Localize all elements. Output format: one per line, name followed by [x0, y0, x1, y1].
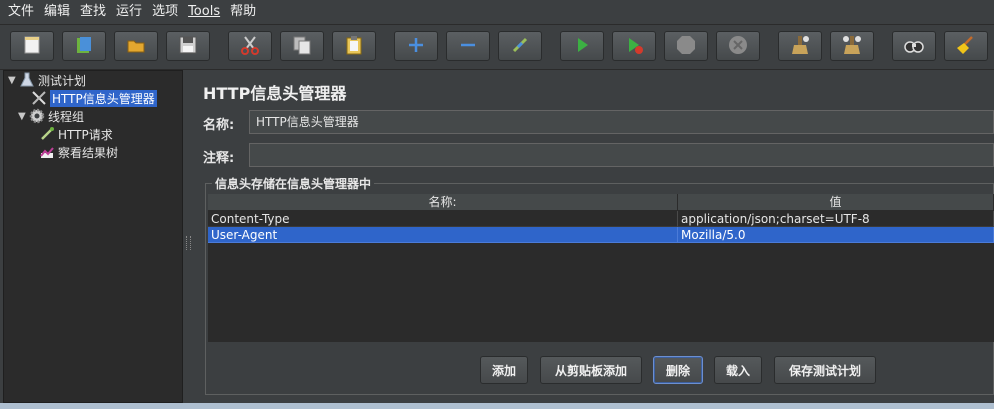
expand-arrow-icon[interactable]: ▼: [8, 75, 18, 86]
tree-node-label: HTTP请求: [58, 127, 113, 142]
tree-node-test-plan[interactable]: ▼ 测试计划: [8, 71, 86, 89]
collapse-button[interactable]: [446, 31, 490, 61]
tree-node-label: 察看结果树: [58, 145, 119, 160]
cut-button[interactable]: [228, 31, 272, 61]
start-icon: [571, 34, 593, 59]
stop-button[interactable]: [664, 31, 708, 61]
load-button[interactable]: 载入: [714, 356, 762, 384]
table-row[interactable]: User-Agent Mozilla/5.0: [208, 227, 994, 243]
toggle-button[interactable]: [498, 31, 542, 61]
split-pane-divider[interactable]: [183, 70, 192, 403]
reset-search-button[interactable]: [944, 31, 988, 61]
expand-arrow-icon[interactable]: ▼: [18, 111, 28, 122]
start-button[interactable]: [560, 31, 604, 61]
clear-all-icon: [841, 34, 863, 59]
tree-node-results-tree[interactable]: 察看结果树: [38, 143, 118, 161]
column-header-name[interactable]: 名称:: [208, 194, 678, 211]
copy-button[interactable]: [280, 31, 324, 61]
name-field[interactable]: HTTP信息头管理器: [249, 110, 994, 134]
column-header-value[interactable]: 值: [678, 194, 994, 211]
comment-label: 注释:: [203, 151, 235, 166]
cell-value[interactable]: application/json;charset=UTF-8: [678, 211, 994, 227]
tree-node-label: HTTP信息头管理器: [50, 89, 157, 107]
cut-icon: [239, 34, 261, 59]
grip-handle-icon[interactable]: [186, 236, 191, 250]
expand-button[interactable]: [394, 31, 438, 61]
save-test-plan-button[interactable]: 保存测试计划: [774, 356, 876, 384]
gear-icon: [28, 107, 46, 125]
table-row[interactable]: Content-Type application/json;charset=UT…: [208, 211, 994, 227]
menu-tools[interactable]: Tools: [183, 0, 225, 24]
menu-file[interactable]: 文件: [0, 0, 39, 24]
collapse-icon: [457, 34, 479, 59]
menu-bar: 文件 编辑 查找 运行 选项 Tools 帮助: [0, 0, 994, 25]
tree-node-label: 测试计划: [38, 73, 87, 88]
stop-icon: [675, 34, 697, 59]
pipette-icon: [38, 125, 56, 143]
open-button[interactable]: [114, 31, 158, 61]
headers-table: 名称: 值 Content-Type application/json;char…: [208, 194, 994, 342]
search-button[interactable]: [892, 31, 936, 61]
open-icon: [125, 34, 147, 59]
start-no-pauses-icon: [623, 34, 645, 59]
clear-button[interactable]: [778, 31, 822, 61]
add-from-clipboard-button[interactable]: 从剪贴板添加: [540, 356, 642, 384]
tree-node-thread-group[interactable]: ▼ 线程组: [18, 107, 84, 125]
save-icon: [177, 34, 199, 59]
comment-field[interactable]: [249, 143, 994, 167]
cell-value[interactable]: Mozilla/5.0: [678, 227, 994, 243]
cell-name[interactable]: Content-Type: [208, 211, 678, 227]
new-button[interactable]: [10, 31, 54, 61]
shutdown-icon: [727, 34, 749, 59]
test-plan-tree: ▼ 测试计划 HTTP信息头管理器 ▼ 线程组 HTTP请求 察看结果树: [3, 70, 183, 403]
group-title: 信息头存储在信息头管理器中: [212, 175, 375, 192]
paste-icon: [343, 34, 365, 59]
header-manager-panel: HTTP信息头管理器 名称: HTTP信息头管理器 注释: 信息头存储在信息头管…: [193, 70, 994, 403]
search-icon: [903, 34, 925, 59]
name-label: 名称:: [203, 118, 235, 133]
toggle-icon: [509, 34, 531, 59]
expand-icon: [405, 34, 427, 59]
cell-name[interactable]: User-Agent: [208, 227, 678, 243]
menu-run[interactable]: 运行: [111, 0, 147, 24]
menu-options[interactable]: 选项: [147, 0, 183, 24]
copy-icon: [291, 34, 313, 59]
start-no-pauses-button[interactable]: [612, 31, 656, 61]
chart-icon: [38, 143, 56, 161]
templates-icon: [73, 34, 95, 59]
clear-icon: [789, 34, 811, 59]
toolbar: [0, 25, 994, 70]
tools-icon: [30, 89, 48, 107]
paste-button[interactable]: [332, 31, 376, 61]
menu-edit[interactable]: 编辑: [39, 0, 75, 24]
clear-all-button[interactable]: [830, 31, 874, 61]
save-button[interactable]: [166, 31, 210, 61]
templates-button[interactable]: [62, 31, 106, 61]
flask-icon: [18, 71, 36, 89]
new-icon: [21, 34, 43, 59]
menu-help[interactable]: 帮助: [225, 0, 261, 24]
tree-node-http-request[interactable]: HTTP请求: [38, 125, 113, 143]
window-bottom-edge: [0, 403, 994, 409]
add-button[interactable]: 添加: [480, 356, 528, 384]
delete-button[interactable]: 删除: [653, 356, 703, 384]
reset-search-icon: [955, 34, 977, 59]
menu-search[interactable]: 查找: [75, 0, 111, 24]
tree-node-label: 线程组: [48, 109, 85, 124]
tree-node-header-manager[interactable]: HTTP信息头管理器: [30, 89, 157, 107]
shutdown-button[interactable]: [716, 31, 760, 61]
page-title: HTTP信息头管理器: [203, 84, 347, 103]
